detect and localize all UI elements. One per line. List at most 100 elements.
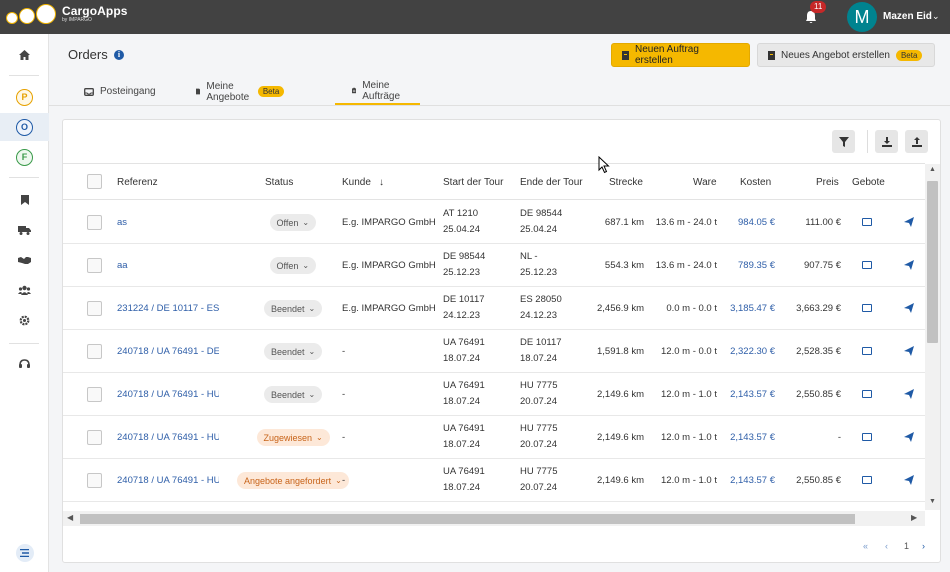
table-row[interactable]: aa Offen ⌄ E.g. IMPARGO GmbH DE 98544 25.12.2… [63, 244, 925, 287]
inbox-icon[interactable] [862, 390, 872, 398]
row-checkbox[interactable] [87, 215, 102, 230]
status-dropdown[interactable]: Beendet ⌄ [264, 300, 323, 317]
status-dropdown[interactable]: Beendet ⌄ [264, 343, 323, 360]
sidebar-item-users[interactable] [0, 276, 49, 304]
new-offer-button[interactable]: Neues Angebot erstellen Beta [757, 43, 935, 67]
tab-meine-auftraege[interactable]: Meine Aufträge [335, 78, 420, 105]
sidebar-item-settings[interactable] [0, 306, 49, 334]
row-checkbox[interactable] [87, 387, 102, 402]
cost-link[interactable]: 789.35 € [738, 260, 775, 271]
sidebar-item-partners[interactable] [0, 246, 49, 274]
reference-link[interactable]: 240718 / UA 76491 - HU [117, 389, 219, 400]
reference-link[interactable]: 240718 / UA 76491 - DE [117, 346, 219, 357]
horizontal-scroll-thumb[interactable] [80, 514, 855, 524]
row-checkbox[interactable] [87, 344, 102, 359]
status-dropdown[interactable]: Zugewiesen ⌄ [256, 429, 330, 446]
header-kosten[interactable]: Kosten [740, 177, 771, 188]
header-status[interactable]: Status [265, 177, 293, 188]
new-order-button[interactable]: Neuen Auftrag erstellen [611, 43, 750, 67]
beta-badge: Beta [257, 86, 285, 97]
row-checkbox[interactable] [87, 430, 102, 445]
inbox-icon[interactable] [862, 218, 872, 226]
end-location: DE 98544 [520, 208, 563, 219]
next-page-button[interactable]: › [922, 541, 925, 551]
cost-link[interactable]: 2,143.57 € [730, 389, 775, 400]
status-dropdown[interactable]: Offen ⌄ [269, 257, 317, 274]
avatar[interactable]: M [847, 2, 877, 32]
horizontal-scrollbar[interactable]: ◀ ▶ [63, 511, 925, 526]
start-date: 25.12.23 [443, 267, 480, 278]
header-preis[interactable]: Preis [816, 177, 839, 188]
sidebar-item-trucks[interactable] [0, 216, 49, 244]
row-checkbox[interactable] [87, 301, 102, 316]
table-row[interactable]: 240718 / UA 76491 - DE Beendet ⌄ - UA 76491 1… [63, 330, 925, 373]
current-page[interactable]: 1 [904, 541, 909, 551]
send-icon[interactable] [904, 303, 914, 313]
reference-link[interactable]: 240718 / UA 76491 - HU [117, 432, 219, 443]
header-strecke[interactable]: Strecke [609, 177, 643, 188]
prev-page-button[interactable]: ‹ [885, 541, 888, 551]
table-row[interactable]: as Offen ⌄ E.g. IMPARGO GmbH AT 1210 25.04.24… [63, 201, 925, 244]
cargoapps-logo[interactable]: CargoApps by IMPARGO [6, 4, 128, 24]
inbox-icon[interactable] [862, 261, 872, 269]
reference-link[interactable]: as [117, 217, 219, 228]
send-icon[interactable] [904, 432, 914, 442]
status-dropdown[interactable]: Beendet ⌄ [264, 386, 323, 403]
inbox-icon[interactable] [862, 304, 872, 312]
send-icon[interactable] [904, 260, 914, 270]
filter-button[interactable] [832, 130, 855, 153]
chevron-down-icon[interactable]: ⌄ [932, 11, 940, 22]
sidebar-item-bookmarks[interactable] [0, 186, 49, 214]
select-all-checkbox[interactable] [87, 174, 102, 189]
header-gebote[interactable]: Gebote [852, 177, 885, 188]
reference-link[interactable]: 240718 / UA 76491 - HU [117, 475, 219, 486]
sidebar-item-collapse[interactable] [0, 539, 49, 567]
header-ware[interactable]: Ware [693, 177, 717, 188]
sidebar-item-p[interactable]: P [0, 83, 49, 111]
sidebar-item-home[interactable] [0, 41, 49, 69]
user-name[interactable]: Mazen Eid [883, 11, 932, 22]
inbox-icon[interactable] [862, 347, 872, 355]
tab-meine-angebote[interactable]: Meine Angebote Beta [196, 78, 285, 105]
table-row[interactable]: 240718 / UA 76491 - HU Zugewiesen ⌄ - UA 764… [63, 416, 925, 459]
tab-posteingang[interactable]: Posteingang [84, 78, 156, 105]
inbox-icon[interactable] [862, 476, 872, 484]
table-row[interactable]: 240718 / UA 76491 - HU Angebote angeforde… [63, 459, 925, 502]
cost-link[interactable]: 2,143.57 € [730, 432, 775, 443]
reference-link[interactable]: aa [117, 260, 219, 271]
header-ende[interactable]: Ende der Tour [520, 177, 583, 188]
info-icon[interactable]: i [114, 50, 124, 60]
send-icon[interactable] [904, 217, 914, 227]
download-button[interactable] [875, 130, 898, 153]
first-page-button[interactable]: « [863, 541, 868, 551]
sidebar-item-o[interactable]: O [0, 113, 49, 141]
vertical-scrollbar[interactable]: ▲ ▼ [925, 164, 940, 510]
reference-link[interactable]: 231224 / DE 10117 - ES [117, 303, 219, 314]
send-icon[interactable] [904, 389, 914, 399]
inbox-icon[interactable] [862, 433, 872, 441]
cost-link[interactable]: 2,322.30 € [730, 346, 775, 357]
sort-arrow-down-icon[interactable]: ↓ [379, 177, 384, 188]
start-cell: UA 76491 18.07.24 [443, 378, 485, 410]
status-dropdown[interactable]: Offen ⌄ [269, 214, 317, 231]
header-referenz[interactable]: Referenz [117, 177, 158, 188]
table-row[interactable]: 240718 / UA 76491 - HU Beendet ⌄ - UA 76491 1… [63, 373, 925, 416]
sidebar-item-f[interactable]: F [0, 143, 49, 171]
upload-button[interactable] [905, 130, 928, 153]
customer-cell: - [342, 346, 346, 357]
status-dropdown[interactable]: Angebote angefordert ⌄ [237, 472, 349, 489]
vertical-scroll-thumb[interactable] [927, 181, 938, 343]
cost-link[interactable]: 2,143.57 € [730, 475, 775, 486]
header-start[interactable]: Start der Tour [443, 177, 503, 188]
sidebar-item-support[interactable] [0, 350, 49, 378]
cost-link[interactable]: 984.05 € [738, 217, 775, 228]
send-icon[interactable] [904, 346, 914, 356]
row-checkbox[interactable] [87, 473, 102, 488]
send-icon[interactable] [904, 475, 914, 485]
cost-link[interactable]: 3,185.47 € [730, 303, 775, 314]
row-checkbox[interactable] [87, 258, 102, 273]
price-cell: - [837, 432, 841, 443]
table-row[interactable]: 231224 / DE 10117 - ES Beendet ⌄ E.g. IMPAR… [63, 287, 925, 330]
customer-cell: E.g. IMPARGO GmbH [342, 260, 436, 271]
header-kunde[interactable]: Kunde [342, 177, 371, 188]
